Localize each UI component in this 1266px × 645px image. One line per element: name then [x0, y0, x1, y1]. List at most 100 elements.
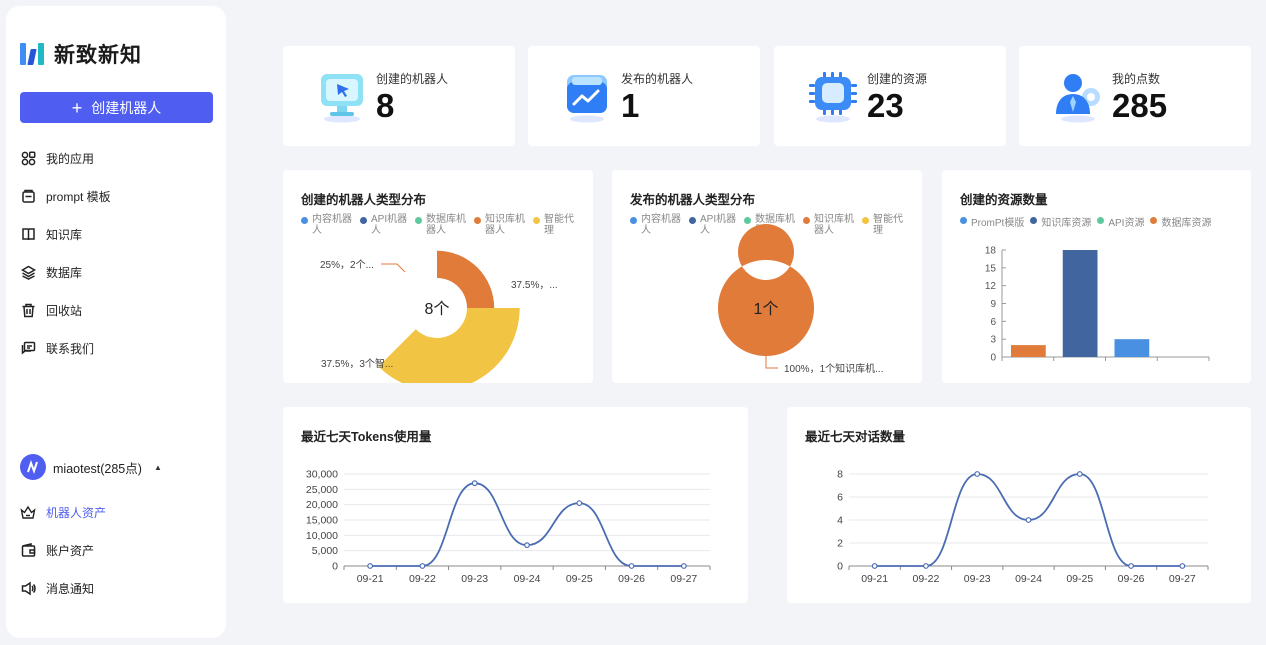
data-point	[471, 480, 478, 487]
created-robot-type-chart: 创建的机器人类型分布 内容机器人 API机器人 数据库机器人 知识库机器人 智能…	[283, 170, 593, 383]
data-point	[923, 563, 929, 569]
line-chart-dialogs: 0 2 4 6 8 09-21 09-22 09-23 09-24 09-25 09-26 09-27	[837, 469, 1209, 585]
stat-value: 285	[1112, 87, 1168, 124]
y-tick-label: 0	[837, 561, 843, 573]
published-robot-type-chart: 发布的机器人类型分布 内容机器人 API机器人 数据库机器人 知识库机器人 智能…	[612, 170, 922, 383]
y-tick-label: 2	[837, 538, 843, 550]
pie-label: 100%，1个知识库机...	[784, 362, 883, 375]
apps-icon	[20, 150, 36, 166]
data-point	[367, 563, 374, 569]
data-point	[680, 563, 687, 569]
tokens-usage-chart: 最近七天Tokens使用量 0 5,000 10,000 15,000 20,000 25…	[283, 407, 748, 603]
brand-logo[interactable]: 新致新知	[20, 39, 142, 69]
y-tick-label: 0	[990, 353, 996, 364]
x-tick-label: 09-24	[1015, 573, 1042, 585]
create-robot-button[interactable]: + 创建机器人	[20, 92, 213, 123]
stat-label: 发布的机器人	[621, 72, 694, 86]
y-tick-label: 20,000	[306, 499, 338, 511]
stat-value: 8	[376, 87, 395, 124]
user-menu[interactable]: miaotest(285点) ▲	[20, 454, 162, 480]
stat-value: 23	[867, 87, 904, 124]
stat-card-created-robots: 创建的机器人 8	[283, 46, 515, 146]
dialog-count-chart: 最近七天对话数量 0 2 4 6 8 09-21 09-22 09-23 09-24 09-25 0…	[787, 407, 1251, 603]
bar-chart: 0 3 6 9 12 15 18	[985, 246, 1210, 364]
line-chart-tokens: 0 5,000 10,000 15,000 20,000 25,000 30,000 09-2…	[306, 469, 711, 585]
plus-icon: +	[71, 97, 83, 118]
caret-up-icon: ▲	[153, 462, 162, 472]
x-tick-label: 09-25	[566, 573, 593, 585]
data-point	[974, 471, 981, 477]
resource-count-chart: 创建的资源数量 PromPt模版 知识库资源 API资源 数据库资源 03691…	[942, 170, 1251, 383]
sidebar-item-notifications[interactable]: 消息通知	[20, 576, 220, 600]
x-tick-label: 09-27	[1169, 573, 1196, 585]
stat-card-created-resources: 创建的资源 23	[774, 46, 1006, 146]
speaker-icon	[20, 580, 36, 596]
sidebar-item-label: 我的应用	[46, 151, 95, 166]
y-tick-label: 8	[837, 469, 843, 481]
sidebar-item-recycle-bin[interactable]: 回收站	[20, 298, 220, 322]
data-point	[1179, 563, 1186, 569]
sidebar-item-knowledge-base[interactable]: 知识库	[20, 222, 220, 246]
bar	[1062, 250, 1098, 357]
template-icon	[20, 188, 36, 204]
stat-label: 创建的机器人	[376, 72, 449, 86]
layers-icon	[20, 264, 36, 280]
sidebar: 新致新知 + 创建机器人 我的应用 prompt 模板 知识库 数据库 回收站	[6, 6, 226, 638]
data-point	[628, 563, 635, 569]
chart-card-icon	[562, 72, 612, 124]
chip-icon	[808, 72, 858, 124]
y-tick-label: 9	[990, 299, 996, 310]
x-tick-label: 09-26	[1118, 573, 1145, 585]
x-tick-label: 09-23	[461, 573, 488, 585]
wallet-icon	[20, 542, 36, 558]
sidebar-item-label: 数据库	[46, 265, 83, 280]
stat-card-published-robots: 发布的机器人 1	[528, 46, 760, 146]
pie-chart-2: 1个 100%，1个知识库机...	[717, 224, 883, 375]
data-point	[1025, 517, 1032, 523]
brand-name: 新致新知	[54, 44, 142, 67]
stat-label: 我的点数	[1112, 72, 1161, 86]
stat-card-my-points: 我的点数 285	[1019, 46, 1251, 146]
pie-label-line	[381, 263, 406, 273]
y-tick-label: 12	[985, 281, 997, 292]
y-tick-label: 4	[837, 515, 843, 527]
pie-label: 37.5%，3个智...	[321, 357, 393, 370]
pie-center-label: 1个	[754, 300, 779, 318]
y-tick-label: 15	[985, 263, 997, 274]
sidebar-item-prompt-template[interactable]: prompt 模板	[20, 184, 220, 208]
user-name: miaotest(285点)	[53, 461, 142, 476]
y-tick-label: 10,000	[306, 530, 338, 542]
y-tick-label: 25,000	[306, 484, 338, 496]
data-point	[524, 542, 530, 549]
create-robot-label: 创建机器人	[91, 99, 162, 116]
sidebar-item-contact-us[interactable]: 联系我们	[20, 336, 220, 360]
series-line	[370, 482, 684, 567]
sidebar-item-robot-assets[interactable]: 机器人资产	[20, 500, 220, 524]
x-tick-label: 09-24	[514, 573, 541, 585]
chat-icon	[20, 340, 36, 356]
sidebar-item-label: 回收站	[46, 303, 83, 318]
data-point	[871, 563, 878, 569]
x-tick-label: 09-23	[964, 573, 991, 585]
sidebar-item-label: 账户资产	[46, 543, 95, 558]
data-point	[419, 563, 426, 569]
sidebar-item-apps[interactable]: 我的应用	[20, 146, 220, 170]
x-tick-label: 09-25	[1066, 573, 1093, 585]
y-tick-label: 30,000	[306, 469, 338, 481]
logo-icon	[20, 43, 46, 65]
sidebar-item-label: 机器人资产	[46, 505, 107, 520]
sidebar-item-database[interactable]: 数据库	[20, 260, 220, 284]
pie-label-line	[765, 356, 778, 369]
y-tick-label: 18	[985, 246, 997, 257]
avatar	[20, 454, 46, 480]
book-icon	[20, 226, 36, 242]
sidebar-item-account-assets[interactable]: 账户资产	[20, 538, 220, 562]
pie-label: 25%，2个...	[320, 259, 374, 271]
stat-value: 1	[621, 87, 640, 124]
x-tick-label: 09-21	[861, 573, 888, 585]
user-gear-icon	[1053, 72, 1103, 124]
x-tick-label: 09-22	[912, 573, 939, 585]
pie-slice	[378, 308, 520, 383]
data-point	[576, 500, 583, 507]
x-tick-label: 09-27	[670, 573, 697, 585]
